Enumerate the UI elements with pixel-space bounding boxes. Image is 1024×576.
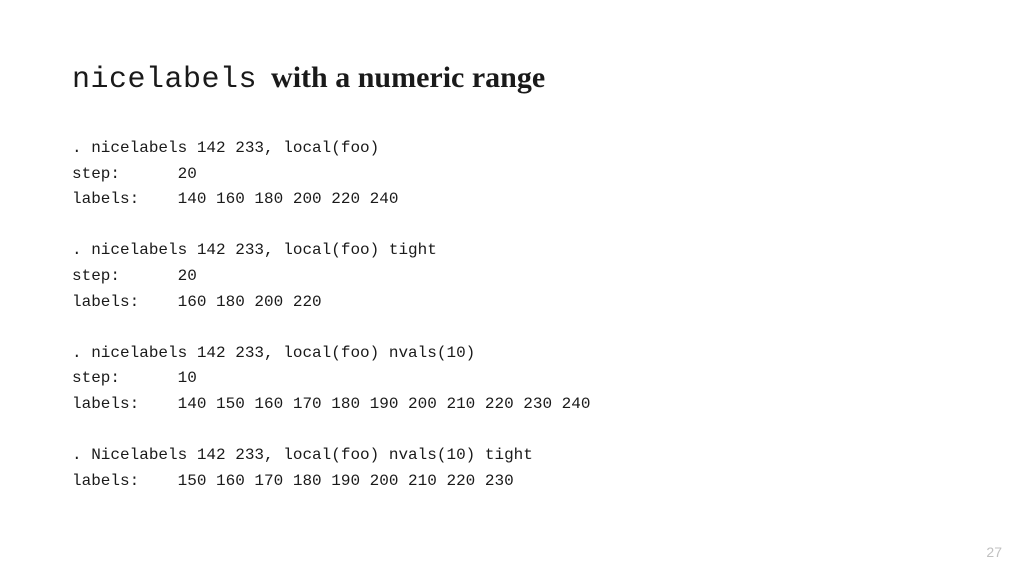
slide: nicelabels with a numeric range . nicelab…	[0, 0, 1024, 576]
slide-title: nicelabels with a numeric range	[72, 60, 952, 98]
page-number: 27	[986, 544, 1002, 560]
code-block: . nicelabels 142 233, local(foo) step: 2…	[72, 136, 952, 494]
title-command: nicelabels	[72, 63, 257, 97]
title-rest: with a numeric range	[271, 61, 545, 94]
